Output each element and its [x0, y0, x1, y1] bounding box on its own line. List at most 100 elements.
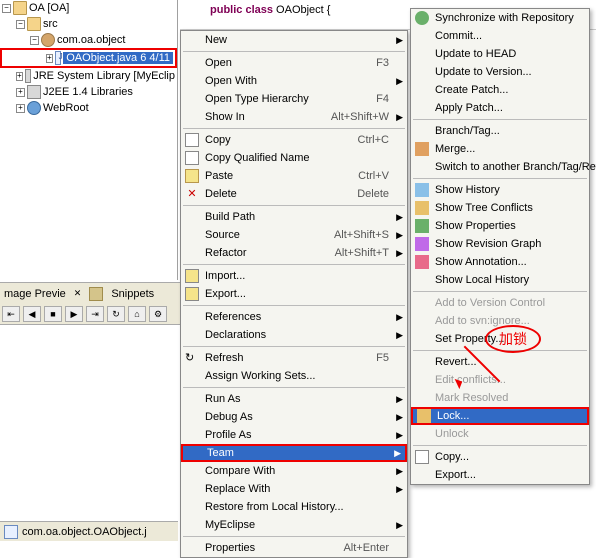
- menu-delete[interactable]: ✕DeleteDelete: [181, 185, 407, 203]
- menu-import[interactable]: Import...: [181, 267, 407, 285]
- close-icon[interactable]: ✕: [74, 288, 82, 299]
- nav-last-button[interactable]: ⇥: [86, 306, 104, 322]
- refresh-icon: ↻: [185, 351, 199, 365]
- menu-compare-with[interactable]: Compare With▶: [181, 462, 407, 480]
- menu-revert[interactable]: Revert...: [411, 353, 589, 371]
- menu-create-patch[interactable]: Create Patch...: [411, 81, 589, 99]
- menu-restore-local-history[interactable]: Restore from Local History...: [181, 498, 407, 516]
- menu-open[interactable]: OpenF3: [181, 54, 407, 72]
- config-button[interactable]: ⚙: [149, 306, 167, 322]
- menu-show-properties[interactable]: Show Properties: [411, 217, 589, 235]
- menu-run-as[interactable]: Run As▶: [181, 390, 407, 408]
- status-bar: com.oa.object.OAObject.j: [0, 521, 178, 541]
- menu-myeclipse[interactable]: MyEclipse▶: [181, 516, 407, 534]
- nav-first-button[interactable]: ⇤: [2, 306, 20, 322]
- bottom-tabs: mage Previe ✕ Snippets: [0, 282, 180, 304]
- menu-paste[interactable]: PasteCtrl+V: [181, 167, 407, 185]
- expand-icon[interactable]: +: [46, 54, 53, 63]
- menu-show-tree-conflicts[interactable]: Show Tree Conflicts: [411, 199, 589, 217]
- menu-profile-as[interactable]: Profile As▶: [181, 426, 407, 444]
- tree-file-selected[interactable]: + OAObject.java 6 4/11: [0, 48, 177, 68]
- menu-assign-working-sets[interactable]: Assign Working Sets...: [181, 367, 407, 385]
- collapse-icon[interactable]: −: [2, 4, 11, 13]
- chevron-right-icon: ▶: [396, 412, 403, 423]
- menu-declarations[interactable]: Declarations▶: [181, 326, 407, 344]
- tree-j2ee[interactable]: + J2EE 1.4 Libraries: [0, 84, 177, 100]
- collapse-icon[interactable]: −: [16, 20, 25, 29]
- menu-separator: [413, 445, 587, 446]
- menu-debug-as[interactable]: Debug As▶: [181, 408, 407, 426]
- menu-copy[interactable]: CopyCtrl+C: [181, 131, 407, 149]
- refresh-button[interactable]: ↻: [107, 306, 125, 322]
- nav-next-button[interactable]: ▶: [65, 306, 83, 322]
- menu-separator: [183, 305, 405, 306]
- menu-show-revision-graph[interactable]: Show Revision Graph: [411, 235, 589, 253]
- project-tree: − OA [OA] − src − com.oa.object + OAObje…: [0, 0, 178, 280]
- webroot-icon: [27, 101, 41, 115]
- context-menu-main: New▶ OpenF3 Open With▶ Open Type Hierarc…: [180, 30, 408, 558]
- nav-stop-button[interactable]: ■: [44, 306, 62, 322]
- lock-icon: [417, 409, 431, 423]
- chevron-right-icon: ▶: [396, 484, 403, 495]
- menu-source[interactable]: SourceAlt+Shift+S▶: [181, 226, 407, 244]
- tab-preview[interactable]: mage Previe: [4, 288, 66, 300]
- tree-label: JRE System Library [MyEclip: [33, 70, 175, 82]
- src-folder-icon: [27, 17, 41, 31]
- chevron-right-icon: ▶: [396, 430, 403, 441]
- menu-show-annotation[interactable]: Show Annotation...: [411, 253, 589, 271]
- menu-refresh[interactable]: ↻RefreshF5: [181, 349, 407, 367]
- tree-jre[interactable]: + JRE System Library [MyEclip: [0, 68, 177, 84]
- tree-webroot[interactable]: + WebRoot: [0, 100, 177, 116]
- menu-open-type-hierarchy[interactable]: Open Type HierarchyF4: [181, 90, 407, 108]
- chevron-right-icon: ▶: [396, 230, 403, 241]
- menu-apply-patch[interactable]: Apply Patch...: [411, 99, 589, 117]
- package-icon: [41, 33, 55, 47]
- menu-copy-qualified[interactable]: Copy Qualified Name: [181, 149, 407, 167]
- chevron-right-icon: ▶: [396, 248, 403, 259]
- menu-references[interactable]: References▶: [181, 308, 407, 326]
- collapse-icon[interactable]: −: [30, 36, 39, 45]
- menu-replace-with[interactable]: Replace With▶: [181, 480, 407, 498]
- java-file-icon: [55, 51, 62, 65]
- home-button[interactable]: ⌂: [128, 306, 146, 322]
- menu-add-version-control: Add to Version Control: [411, 294, 589, 312]
- menu-update-head[interactable]: Update to HEAD: [411, 45, 589, 63]
- menu-copy-svn[interactable]: Copy...: [411, 448, 589, 466]
- menu-build-path[interactable]: Build Path▶: [181, 208, 407, 226]
- menu-branch-tag[interactable]: Branch/Tag...: [411, 122, 589, 140]
- brace: {: [327, 4, 331, 16]
- expand-icon[interactable]: +: [16, 104, 25, 113]
- menu-separator: [413, 178, 587, 179]
- menu-export[interactable]: Export...: [181, 285, 407, 303]
- annotation-text: 加锁: [485, 325, 541, 353]
- menu-export-svn[interactable]: Export...: [411, 466, 589, 484]
- menu-update-version[interactable]: Update to Version...: [411, 63, 589, 81]
- menu-refactor[interactable]: RefactorAlt+Shift+T▶: [181, 244, 407, 262]
- tree-label: OAObject.java 6 4/11: [63, 52, 173, 64]
- menu-separator: [413, 291, 587, 292]
- tree-src[interactable]: − src: [0, 16, 177, 32]
- project-icon: [13, 1, 27, 15]
- menu-show-history[interactable]: Show History: [411, 181, 589, 199]
- menu-show-in[interactable]: Show InAlt+Shift+W▶: [181, 108, 407, 126]
- menu-new[interactable]: New▶: [181, 31, 407, 49]
- menu-properties[interactable]: PropertiesAlt+Enter: [181, 539, 407, 557]
- tree-label: WebRoot: [43, 102, 89, 114]
- menu-open-with[interactable]: Open With▶: [181, 72, 407, 90]
- menu-team[interactable]: Team▶: [181, 444, 407, 462]
- menu-show-local-history[interactable]: Show Local History: [411, 271, 589, 289]
- menu-switch[interactable]: Switch to another Branch/Tag/Rev: [411, 158, 589, 176]
- expand-icon[interactable]: +: [16, 72, 23, 81]
- tree-project[interactable]: − OA [OA]: [0, 0, 177, 16]
- copy-icon: [185, 151, 199, 165]
- nav-prev-button[interactable]: ◀: [23, 306, 41, 322]
- menu-lock[interactable]: Lock...: [411, 407, 589, 425]
- sync-icon: [415, 11, 429, 25]
- menu-commit[interactable]: Commit...: [411, 27, 589, 45]
- tree-package[interactable]: − com.oa.object: [0, 32, 177, 48]
- tab-snippets[interactable]: Snippets: [111, 288, 154, 300]
- history-icon: [415, 183, 429, 197]
- expand-icon[interactable]: +: [16, 88, 25, 97]
- menu-synchronize[interactable]: Synchronize with Repository: [411, 9, 589, 27]
- menu-merge[interactable]: Merge...: [411, 140, 589, 158]
